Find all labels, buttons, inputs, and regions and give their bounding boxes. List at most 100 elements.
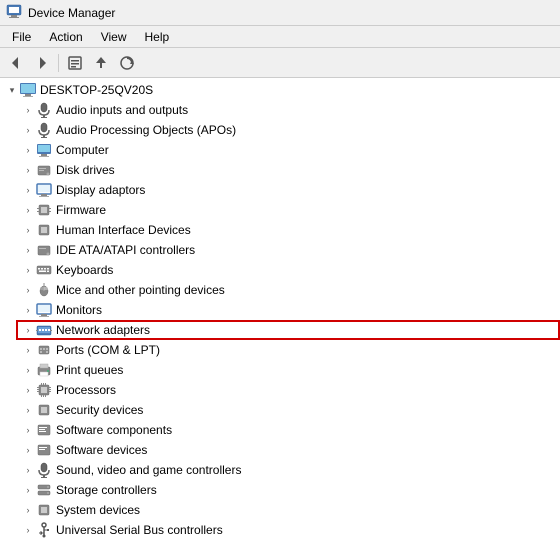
- software-comp-expand[interactable]: ›: [20, 422, 36, 438]
- software-comp-icon: [36, 422, 52, 438]
- print-expand[interactable]: ›: [20, 362, 36, 378]
- monitors-label: Monitors: [56, 303, 102, 317]
- menu-help[interactable]: Help: [137, 28, 178, 46]
- monitors-expand[interactable]: ›: [20, 302, 36, 318]
- network-label: Network adapters: [56, 323, 150, 337]
- tree-item-audio-apo[interactable]: › Audio Processing Objects (APOs): [16, 120, 560, 140]
- sound-label: Sound, video and game controllers: [56, 463, 241, 477]
- menu-action[interactable]: Action: [41, 28, 90, 46]
- keyboards-expand[interactable]: ›: [20, 262, 36, 278]
- firmware-expand[interactable]: ›: [20, 202, 36, 218]
- ports-label: Ports (COM & LPT): [56, 343, 160, 357]
- display-expand[interactable]: ›: [20, 182, 36, 198]
- tree-item-usb[interactable]: › Universal Serial Bus controllers: [16, 520, 560, 540]
- keyboards-label: Keyboards: [56, 263, 113, 277]
- root-computer-icon: [20, 82, 36, 98]
- tree-item-computer[interactable]: › Computer: [16, 140, 560, 160]
- tree-item-network[interactable]: › Network adapters: [16, 320, 560, 340]
- audio-apo-icon: [36, 122, 52, 138]
- ide-label: IDE ATA/ATAPI controllers: [56, 243, 195, 257]
- monitors-icon: [36, 302, 52, 318]
- disk-icon: [36, 162, 52, 178]
- tree-item-print[interactable]: › Print queues: [16, 360, 560, 380]
- ide-icon: [36, 242, 52, 258]
- audio-apo-label: Audio Processing Objects (APOs): [56, 123, 236, 137]
- security-icon: [36, 402, 52, 418]
- tree-root[interactable]: ▾ DESKTOP-25QV20S: [0, 80, 560, 100]
- storage-label: Storage controllers: [56, 483, 157, 497]
- keyboards-icon: [36, 262, 52, 278]
- tree-item-system[interactable]: › System devices: [16, 500, 560, 520]
- properties-button[interactable]: [63, 52, 87, 74]
- system-label: System devices: [56, 503, 140, 517]
- sound-expand[interactable]: ›: [20, 462, 36, 478]
- toolbar: [0, 48, 560, 78]
- tree-item-mice[interactable]: › Mice and other pointing devices: [16, 280, 560, 300]
- computer-label: Computer: [56, 143, 109, 157]
- print-label: Print queues: [56, 363, 123, 377]
- software-comp-label: Software components: [56, 423, 172, 437]
- tree-item-ide[interactable]: › IDE ATA/ATAPI controllers: [16, 240, 560, 260]
- tree-item-security[interactable]: › Security devices: [16, 400, 560, 420]
- ports-icon: [36, 342, 52, 358]
- toolbar-separator-1: [58, 54, 59, 72]
- back-button[interactable]: [4, 52, 28, 74]
- processors-label: Processors: [56, 383, 116, 397]
- audio-apo-expand[interactable]: ›: [20, 122, 36, 138]
- disk-expand[interactable]: ›: [20, 162, 36, 178]
- computer-expand[interactable]: ›: [20, 142, 36, 158]
- tree-item-processors[interactable]: › Processors: [16, 380, 560, 400]
- tree-item-software-comp[interactable]: › Software components: [16, 420, 560, 440]
- hid-label: Human Interface Devices: [56, 223, 191, 237]
- audio-inputs-expand[interactable]: ›: [20, 102, 36, 118]
- tree-item-keyboards[interactable]: › Keyboards: [16, 260, 560, 280]
- root-expand-icon[interactable]: ▾: [4, 82, 20, 98]
- title-bar-text: Device Manager: [28, 6, 115, 20]
- menu-view[interactable]: View: [93, 28, 135, 46]
- software-dev-label: Software devices: [56, 443, 147, 457]
- mice-label: Mice and other pointing devices: [56, 283, 225, 297]
- update-driver-button[interactable]: [89, 52, 113, 74]
- mice-icon: [36, 282, 52, 298]
- system-expand[interactable]: ›: [20, 502, 36, 518]
- ports-expand[interactable]: ›: [20, 342, 36, 358]
- storage-icon: [36, 482, 52, 498]
- root-label: DESKTOP-25QV20S: [40, 83, 153, 97]
- scan-hardware-button[interactable]: [115, 52, 139, 74]
- processors-expand[interactable]: ›: [20, 382, 36, 398]
- usb-icon: [36, 522, 52, 538]
- tree-item-sound[interactable]: › Sound, video and game controllers: [16, 460, 560, 480]
- security-expand[interactable]: ›: [20, 402, 36, 418]
- audio-inputs-label: Audio inputs and outputs: [56, 103, 188, 117]
- app-icon: [6, 3, 22, 22]
- firmware-icon: [36, 202, 52, 218]
- processors-icon: [36, 382, 52, 398]
- network-icon: [36, 322, 52, 338]
- usb-expand[interactable]: ›: [20, 522, 36, 538]
- software-dev-expand[interactable]: ›: [20, 442, 36, 458]
- tree-item-software-dev[interactable]: › Software devices: [16, 440, 560, 460]
- menu-file[interactable]: File: [4, 28, 39, 46]
- security-label: Security devices: [56, 403, 143, 417]
- audio-inputs-icon: [36, 102, 52, 118]
- network-expand[interactable]: ›: [20, 322, 36, 338]
- mice-expand[interactable]: ›: [20, 282, 36, 298]
- storage-expand[interactable]: ›: [20, 482, 36, 498]
- tree-item-firmware[interactable]: › Firmware: [16, 200, 560, 220]
- disk-label: Disk drives: [56, 163, 115, 177]
- tree-item-disk[interactable]: › Disk drives: [16, 160, 560, 180]
- tree-item-audio-inputs[interactable]: › Audio inputs and outputs: [16, 100, 560, 120]
- hid-expand[interactable]: ›: [20, 222, 36, 238]
- tree-item-hid[interactable]: › Human Interface Devices: [16, 220, 560, 240]
- ide-expand[interactable]: ›: [20, 242, 36, 258]
- tree-item-monitors[interactable]: › Monitors: [16, 300, 560, 320]
- tree-item-ports[interactable]: › Ports (COM & LPT): [16, 340, 560, 360]
- usb-label: Universal Serial Bus controllers: [56, 523, 223, 537]
- device-tree[interactable]: ▾ DESKTOP-25QV20S › Audio inputs and out…: [0, 78, 560, 542]
- tree-item-display[interactable]: › Display adaptors: [16, 180, 560, 200]
- forward-button[interactable]: [30, 52, 54, 74]
- display-label: Display adaptors: [56, 183, 145, 197]
- title-bar: Device Manager: [0, 0, 560, 26]
- tree-item-storage[interactable]: › Storage controllers: [16, 480, 560, 500]
- firmware-label: Firmware: [56, 203, 106, 217]
